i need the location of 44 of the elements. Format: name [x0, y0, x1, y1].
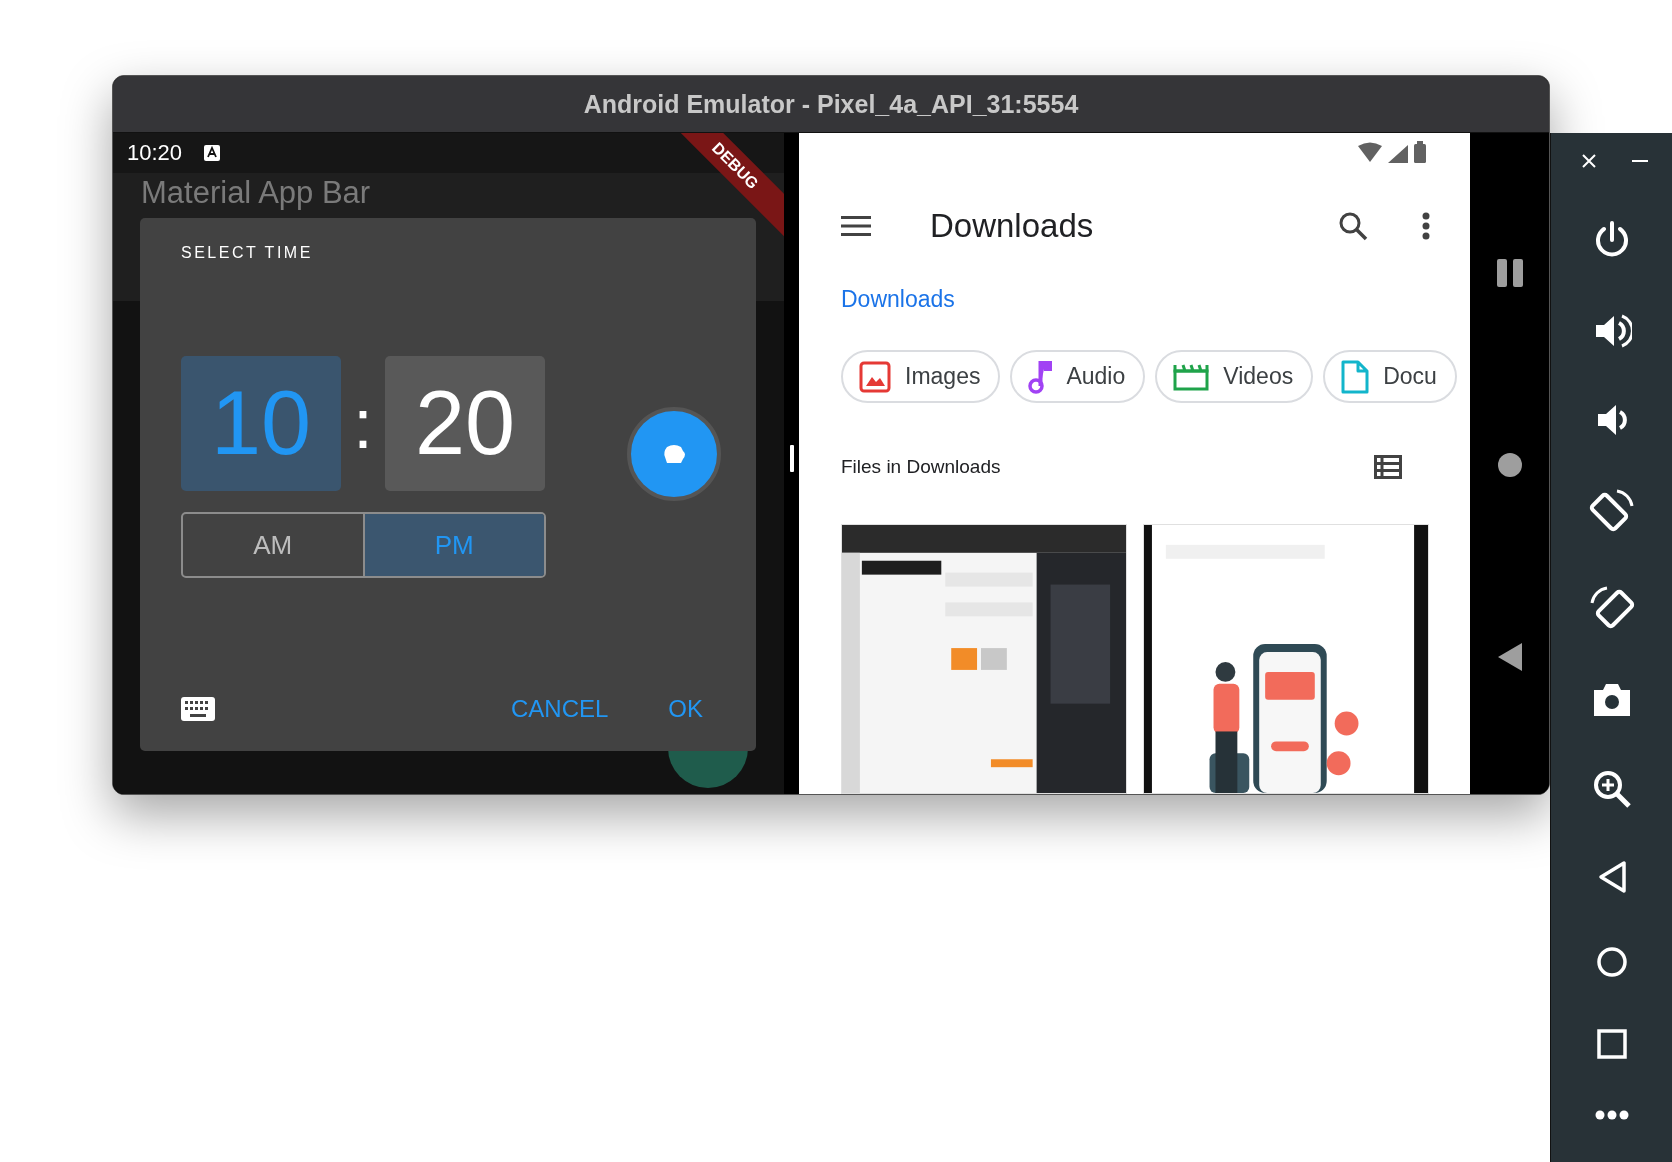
- filter-chip[interactable]: Audio: [1010, 350, 1146, 403]
- minimize-icon[interactable]: [1632, 159, 1648, 163]
- zoom-in-icon[interactable]: [1591, 769, 1632, 810]
- camera-icon[interactable]: [1591, 682, 1632, 719]
- status-time: 10:20: [127, 140, 183, 166]
- music-note-icon: [1028, 359, 1053, 394]
- rotate-right-icon[interactable]: [1588, 584, 1635, 631]
- list-view-icon[interactable]: [1374, 455, 1402, 479]
- close-icon[interactable]: [1581, 153, 1597, 169]
- clapperboard-icon: [1173, 362, 1210, 391]
- wifi-icon: [1358, 142, 1382, 163]
- keyboard-icon[interactable]: [181, 697, 215, 721]
- signal-icon: [1388, 144, 1408, 163]
- back-icon[interactable]: [1497, 643, 1522, 671]
- menu-icon[interactable]: [841, 215, 871, 237]
- filter-chip[interactable]: Videos: [1155, 350, 1314, 403]
- volume-down-icon[interactable]: [1595, 402, 1628, 437]
- glyph-icon: [661, 443, 687, 465]
- rotate-left-icon[interactable]: [1588, 487, 1635, 534]
- period-button[interactable]: AM: [183, 514, 363, 576]
- overview-icon[interactable]: [1596, 1028, 1627, 1059]
- breadcrumb-link[interactable]: Downloads: [841, 286, 955, 313]
- filter-chip[interactable]: Images: [841, 350, 1001, 403]
- document-icon: [1341, 359, 1370, 394]
- back-icon[interactable]: [1596, 860, 1627, 895]
- notification-icon: [204, 145, 221, 161]
- image-icon: [859, 360, 891, 393]
- pause-icon[interactable]: [1496, 259, 1523, 287]
- search-icon[interactable]: [1338, 211, 1368, 241]
- home-icon[interactable]: [1496, 452, 1523, 478]
- dialog-heading: SELECT TIME: [181, 244, 314, 262]
- home-icon[interactable]: [1595, 945, 1628, 978]
- filter-chip[interactable]: Docu: [1323, 350, 1457, 403]
- time-separator: :: [352, 383, 374, 464]
- dialog-button[interactable]: OK: [668, 695, 703, 723]
- more-icon[interactable]: [1422, 212, 1430, 240]
- split-handle[interactable]: [789, 445, 794, 472]
- dialog-button[interactable]: CANCEL: [510, 695, 609, 723]
- minute-field[interactable]: 20: [385, 356, 545, 491]
- more-icon[interactable]: [1594, 1109, 1629, 1120]
- app-bar-title: Downloads: [930, 207, 1094, 245]
- window-title: Android Emulator - Pixel_4a_API_31:5554: [583, 89, 1079, 119]
- battery-icon: [1414, 141, 1426, 163]
- section-title: Files in Downloads: [841, 456, 1001, 478]
